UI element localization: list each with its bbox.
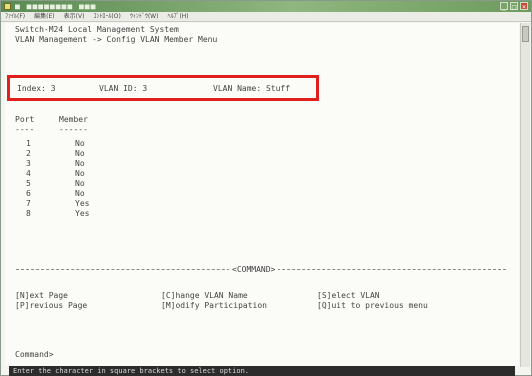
quit-command[interactable]: [Q]uit to previous menu [317, 301, 428, 311]
highlight-box [7, 75, 319, 101]
table-row-member: No [75, 179, 85, 188]
table-row-member: No [75, 139, 85, 148]
menu-file[interactable]: ﾌｧｲﾙ(F) [5, 12, 25, 21]
title-bar[interactable]: ■ ■■■■■■■■ ■■■ _ □ × [1, 1, 531, 12]
app-icon [4, 3, 11, 10]
window-title: ■ ■■■■■■■■ ■■■ [15, 2, 97, 11]
table-row-member: Yes [75, 209, 90, 218]
table-row-port: 4 [26, 169, 31, 178]
table-row-member: No [75, 169, 85, 178]
menu-control[interactable]: ｺﾝﾄﾛｰﾙ(O) [93, 12, 120, 21]
command-prompt[interactable]: Command> [15, 350, 54, 360]
next-page-command[interactable]: [N]ext Page [15, 291, 68, 301]
menu-edit[interactable]: 編集(E) [34, 12, 54, 21]
terminal-window: ■ ■■■■■■■■ ■■■ _ □ × ﾌｧｲﾙ(F) 編集(E) 表示(V)… [0, 0, 532, 376]
system-title: Switch-M24 Local Management System [15, 25, 179, 34]
table-row-port: 5 [26, 179, 31, 188]
maximize-button[interactable]: □ [510, 2, 518, 11]
table-row-port: 1 [26, 139, 31, 148]
close-button[interactable]: × [520, 2, 528, 11]
command-header: <COMMAND> [229, 265, 279, 274]
status-bar: Enter the character in square brackets t… [9, 366, 515, 376]
breadcrumb: VLAN Management -> Config VLAN Member Me… [15, 35, 218, 44]
vertical-scrollbar[interactable] [520, 23, 530, 367]
menu-bar: ﾌｧｲﾙ(F) 編集(E) 表示(V) ｺﾝﾄﾛｰﾙ(O) ｳｨﾝﾄﾞｳ(W) … [1, 12, 531, 22]
table-row-member: No [75, 189, 85, 198]
menu-view[interactable]: 表示(V) [64, 12, 85, 21]
column-rule-port: ---- [15, 125, 35, 134]
change-vlan-name-command[interactable]: [C]hange VLAN Name [161, 291, 248, 301]
table-row-port: 7 [26, 199, 31, 208]
column-rule-member: ------ [59, 125, 88, 134]
menu-window[interactable]: ｳｨﾝﾄﾞｳ(W) [130, 12, 159, 21]
scrollbar-thumb[interactable] [522, 26, 529, 42]
window-controls: _ □ × [500, 2, 528, 11]
table-row-member: No [75, 149, 85, 158]
modify-participation-command[interactable]: [M]odify Participation [161, 301, 267, 311]
table-row-port: 6 [26, 189, 31, 198]
table-row-port: 8 [26, 209, 31, 218]
menu-help[interactable]: ﾍﾙﾌﾟ(H) [167, 12, 188, 21]
table-row-port: 3 [26, 159, 31, 168]
table-row-member: No [75, 159, 85, 168]
column-header-member: Member [59, 115, 88, 124]
select-vlan-command[interactable]: [S]elect VLAN [317, 291, 380, 301]
table-row-member: Yes [75, 199, 90, 208]
previous-page-command[interactable]: [P]revious Page [15, 301, 87, 311]
minimize-button[interactable]: _ [500, 2, 508, 11]
column-header-port: Port [15, 115, 35, 124]
table-row-port: 2 [26, 149, 31, 158]
